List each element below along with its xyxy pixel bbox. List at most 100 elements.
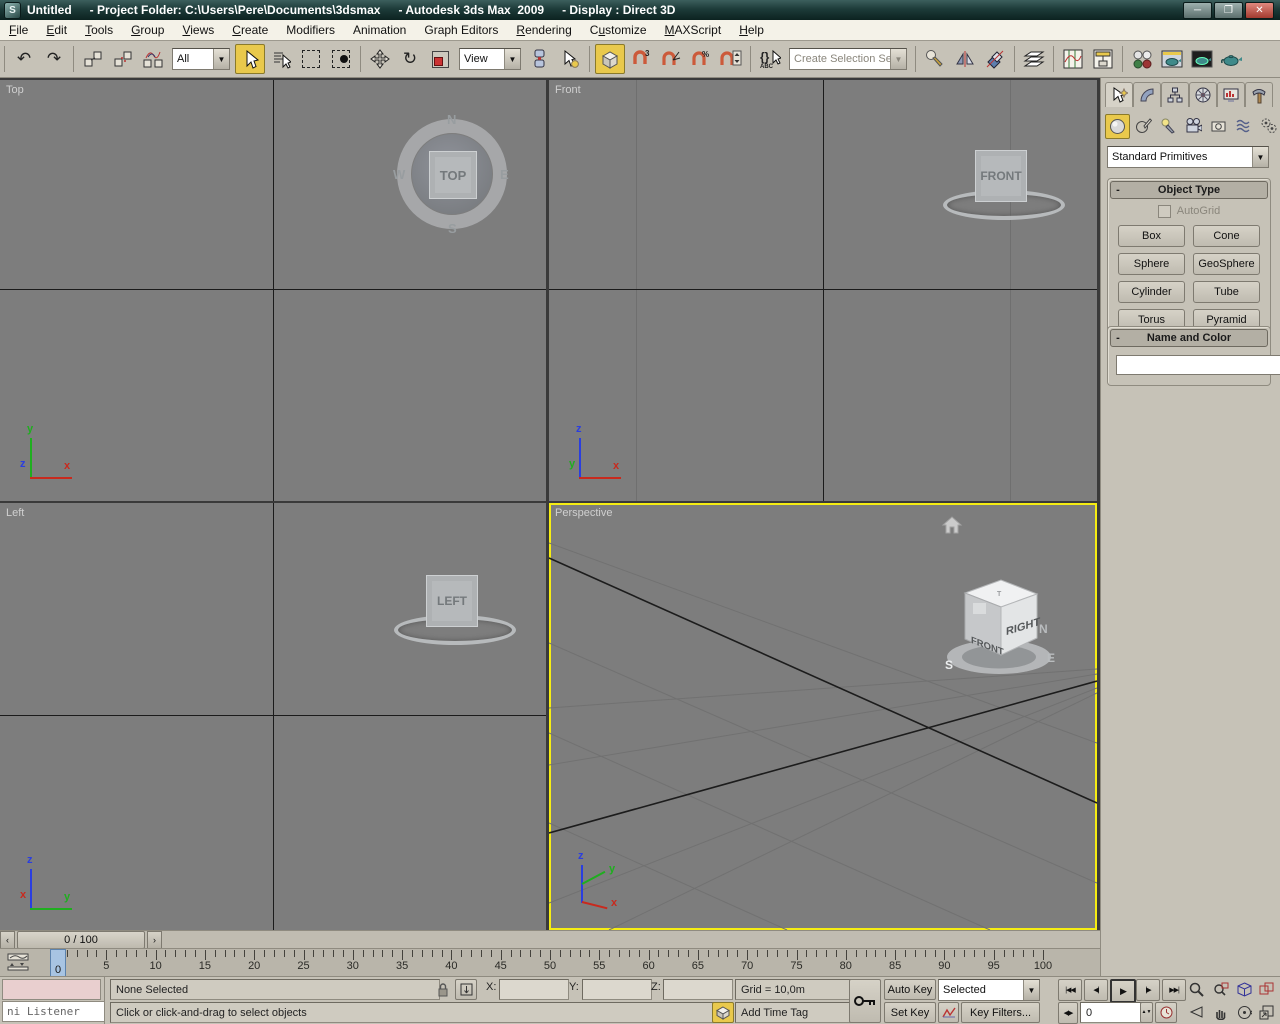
menu-item-group[interactable]: Group [122, 21, 173, 39]
select-and-link-icon[interactable] [79, 45, 107, 73]
redo-icon[interactable]: ↷ [40, 45, 68, 73]
menu-item-animation[interactable]: Animation [344, 21, 415, 39]
tab-display[interactable] [1217, 82, 1245, 107]
name-color-rollout-header[interactable]: - Name and Color [1110, 329, 1268, 347]
grid-display-toggle-icon[interactable] [712, 1002, 734, 1023]
window-crossing-icon[interactable] [327, 45, 355, 73]
viewport-label[interactable]: Top [6, 84, 24, 96]
macro-recorder-pane[interactable] [2, 979, 101, 1000]
select-object-icon[interactable] [235, 44, 265, 74]
menu-item-modifiers[interactable]: Modifiers [277, 21, 344, 39]
viewcube[interactable]: S E N FRONT RIGHT T [935, 563, 1065, 683]
track-bar[interactable]: 5 10 15 20 25 30 35 40 45 50 55 60 65 70 75 80 85 90 95 100… [0, 948, 1100, 977]
y-coord-field[interactable] [582, 979, 652, 1000]
maxscript-mini-listener[interactable]: ni Listener [2, 1001, 105, 1022]
rectangular-selection-region-icon[interactable] [297, 45, 325, 73]
chevron-down-icon[interactable]: ▼ [890, 49, 906, 69]
current-frame-marker[interactable]: 0 [50, 949, 66, 977]
select-by-name-icon[interactable] [267, 45, 295, 73]
menu-item-file[interactable]: File [0, 21, 37, 39]
percent-snap-icon[interactable]: % [687, 45, 715, 73]
menu-item-customize[interactable]: Customize [581, 21, 656, 39]
field-of-view-icon[interactable] [1186, 1002, 1207, 1022]
chevron-down-icon[interactable]: ▼ [213, 49, 229, 69]
category-cameras-icon[interactable] [1182, 114, 1205, 137]
collapse-icon[interactable]: - [1111, 184, 1125, 196]
tab-motion[interactable] [1189, 82, 1217, 107]
object-type-button-tube[interactable]: Tube [1193, 281, 1260, 303]
time-slider-handle[interactable]: 0 / 100 [17, 931, 145, 949]
menu-item-help[interactable]: Help [730, 21, 773, 39]
named-selection-set-dropdown[interactable]: Create Selection Set ▼ [789, 48, 907, 70]
previous-frame-button[interactable]: ◀| [1084, 979, 1108, 1001]
chevron-down-icon[interactable]: ▼ [1252, 147, 1268, 167]
category-shapes-icon[interactable] [1132, 114, 1155, 137]
object-type-button-sphere[interactable]: Sphere [1118, 253, 1185, 275]
set-keys-button[interactable] [849, 979, 881, 1023]
select-and-scale-icon[interactable] [426, 45, 454, 73]
schematic-view-icon[interactable] [1089, 45, 1117, 73]
category-lights-icon[interactable] [1157, 114, 1180, 137]
previous-frame-arrow[interactable]: ‹ [0, 931, 15, 949]
mirror-icon[interactable] [951, 45, 979, 73]
next-frame-button[interactable]: |▶ [1136, 979, 1160, 1001]
viewport-left[interactable]: Left LEFT z y x [0, 503, 546, 930]
viewcube[interactable]: N E S W TOP [392, 112, 512, 236]
object-type-button-box[interactable]: Box [1118, 225, 1185, 247]
open-mini-curve-editor-button[interactable] [6, 952, 32, 972]
restore-button[interactable]: ❐ [1214, 2, 1243, 19]
select-and-move-icon[interactable] [366, 45, 394, 73]
chevron-down-icon[interactable]: ▼ [504, 49, 520, 69]
viewport-label[interactable]: Left [6, 507, 24, 519]
zoom-extents-all-icon[interactable] [1256, 979, 1277, 999]
curve-editor-icon[interactable] [1059, 45, 1087, 73]
select-and-manipulate-icon[interactable] [556, 45, 584, 73]
x-coord-field[interactable] [499, 979, 569, 1000]
selection-filter-dropdown[interactable]: All ▼ [172, 48, 230, 70]
viewcube[interactable]: LEFT [392, 553, 516, 645]
category-systems-icon[interactable] [1257, 114, 1280, 137]
rendered-frame-window-icon[interactable] [1188, 45, 1216, 73]
tab-modify[interactable] [1133, 82, 1161, 107]
go-to-end-button[interactable]: ▶▶| [1162, 979, 1186, 1001]
tab-hierarchy[interactable] [1161, 82, 1189, 107]
viewcube-home-icon[interactable] [941, 515, 963, 535]
viewport-perspective[interactable]: Perspective S E N FRONT RIGHT T z y x [549, 503, 1097, 930]
trackbar-ruler[interactable]: 5 10 15 20 25 30 35 40 45 50 55 60 65 70 75 80 85 90 95 100… [42, 949, 1072, 977]
viewport-front[interactable]: Front FRONT z x y [549, 80, 1097, 501]
viewport-label[interactable]: Front [555, 84, 581, 96]
object-name-input[interactable] [1116, 355, 1280, 375]
viewcube-top-face[interactable]: TOP [429, 151, 477, 199]
menu-item-rendering[interactable]: Rendering [507, 21, 580, 39]
menu-item-create[interactable]: Create [223, 21, 277, 39]
z-coord-field[interactable] [663, 979, 733, 1000]
time-configuration-button[interactable] [1155, 1002, 1177, 1023]
viewcube-front-face[interactable]: FRONT [975, 150, 1027, 202]
snaps-toggle-3d-icon[interactable]: 3 [627, 45, 655, 73]
zoom-icon[interactable] [1186, 979, 1207, 999]
spinner-snap-icon[interactable] [717, 45, 745, 73]
render-setup-icon[interactable] [1158, 45, 1186, 73]
arc-rotate-icon[interactable] [1234, 1002, 1255, 1022]
viewcube-left-face[interactable]: LEFT [426, 575, 478, 627]
quick-render-icon[interactable] [1218, 45, 1246, 73]
menu-item-edit[interactable]: Edit [37, 21, 76, 39]
play-button[interactable]: ▶ [1110, 979, 1136, 1003]
object-type-button-geosphere[interactable]: GeoSphere [1193, 253, 1260, 275]
add-time-tag-field[interactable]: Add Time Tag [735, 1002, 855, 1023]
minimize-button[interactable]: ─ [1183, 2, 1212, 19]
viewcube[interactable]: FRONT [941, 128, 1065, 220]
named-selection-sets-icon[interactable]: {} ABC [756, 45, 784, 73]
set-key-button[interactable]: Set Key [884, 1002, 936, 1023]
bind-to-space-warp-icon[interactable] [139, 45, 167, 73]
menu-item-tools[interactable]: Tools [76, 21, 122, 39]
key-filters-button[interactable]: Key Filters... [961, 1002, 1040, 1023]
close-button[interactable]: ✕ [1245, 2, 1274, 19]
snaps-toggle-icon[interactable] [595, 44, 625, 74]
absolute-mode-transform-icon[interactable] [455, 979, 477, 1000]
category-geometry-icon[interactable] [1105, 114, 1130, 139]
unlink-selection-icon[interactable] [109, 45, 137, 73]
menu-item-maxscript[interactable]: MAXScript [656, 21, 731, 39]
maximize-viewport-toggle-icon[interactable] [1256, 1002, 1277, 1022]
viewport-top[interactable]: Top N E S W TOP y x z [0, 80, 546, 501]
